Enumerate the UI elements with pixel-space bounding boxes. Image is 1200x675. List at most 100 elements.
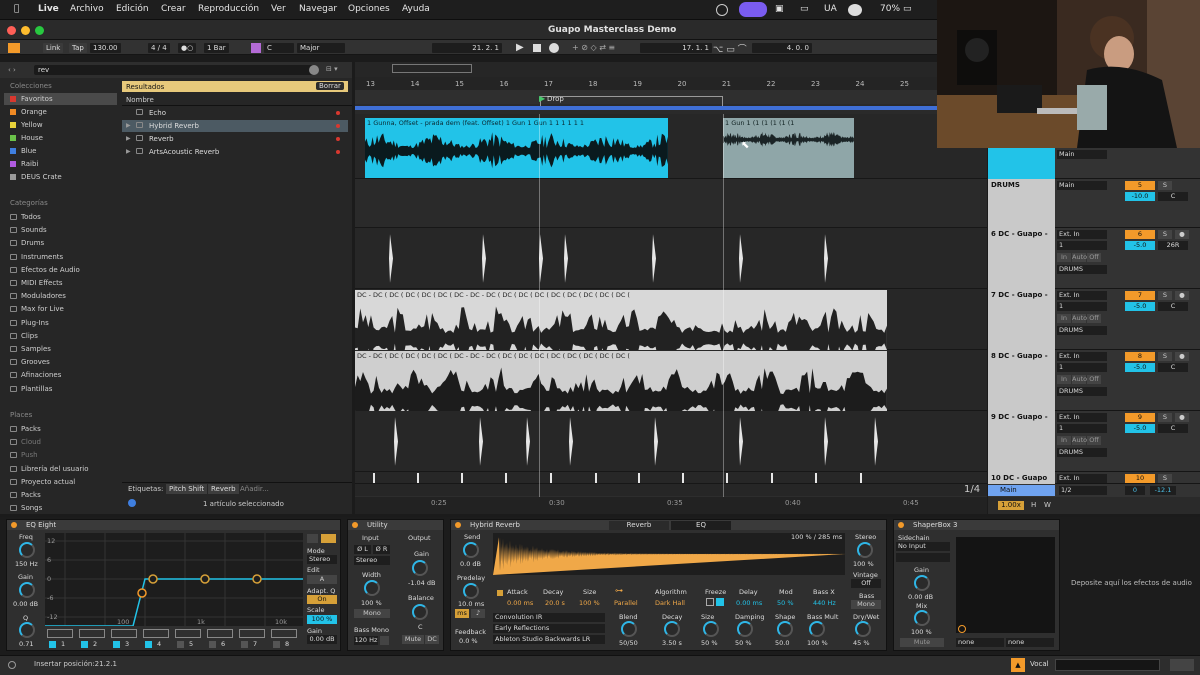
expand-icon[interactable]: ▶ — [126, 122, 131, 129]
solo-button[interactable]: S — [1158, 474, 1172, 483]
track-input-dropdown[interactable]: Main — [1057, 181, 1107, 190]
track-output-dropdown[interactable]: DRUMS — [1057, 265, 1107, 274]
track-channel-dropdown[interactable]: 1 — [1057, 363, 1107, 372]
solo-button[interactable]: S — [1158, 181, 1172, 190]
track-activator[interactable]: 8 — [1125, 352, 1155, 361]
track-activator[interactable]: 10 — [1125, 474, 1155, 483]
track-volume[interactable]: -5.0 — [1125, 241, 1155, 250]
menu-crear[interactable]: Crear — [161, 4, 186, 14]
height-toggle[interactable]: H — [1031, 501, 1036, 509]
eq-curve-display[interactable] — [45, 533, 303, 626]
freeze-flat-toggle[interactable] — [716, 598, 724, 606]
category-item[interactable]: Efectos de Audio — [10, 266, 80, 274]
monitor-auto-button[interactable]: Auto — [1072, 375, 1087, 384]
track-activator[interactable]: 9 — [1125, 413, 1155, 422]
track-volume[interactable]: -5.0 — [1125, 363, 1155, 372]
solo-button[interactable]: S — [1158, 291, 1172, 300]
overview-strip[interactable] — [355, 62, 987, 77]
band-toggle[interactable] — [209, 641, 216, 648]
band-toggle[interactable] — [241, 641, 248, 648]
category-item[interactable]: Plantillas — [10, 385, 52, 393]
category-item[interactable]: Drums — [10, 239, 44, 247]
zoom-level[interactable]: 1.00x — [998, 501, 1024, 510]
place-item[interactable]: Packs — [10, 425, 41, 433]
size-value[interactable]: 100 % — [579, 599, 600, 607]
loop-region[interactable] — [540, 96, 723, 106]
damping-knob[interactable] — [737, 621, 753, 637]
eq-band[interactable]: 8 — [271, 629, 299, 649]
track-activator[interactable]: 7 — [1125, 291, 1155, 300]
grid-zoom[interactable]: 1/4 — [964, 484, 980, 495]
menu-reproduccion[interactable]: Reproducción — [198, 4, 259, 14]
bass-mono-freq[interactable]: 120 Hz — [354, 636, 378, 645]
solo-button[interactable]: S — [1158, 352, 1172, 361]
algorithm-dropdown[interactable]: Dark Hall — [655, 599, 685, 607]
reverb-power-button[interactable] — [455, 522, 461, 528]
app-menu[interactable]: Live — [38, 4, 59, 14]
track-pan[interactable]: C — [1158, 424, 1188, 433]
bassx-value[interactable]: 440 Hz — [813, 599, 836, 607]
mono-button[interactable]: Mono — [354, 609, 390, 618]
favorite-dot-icon[interactable] — [336, 150, 340, 154]
ir-name-dropdown[interactable]: Ableton Studio Backwards LR — [493, 635, 605, 644]
track-lane-drums[interactable] — [355, 179, 987, 228]
master-pan[interactable]: -12.1 — [1150, 486, 1176, 495]
loop-brace[interactable] — [355, 106, 987, 110]
tap-button[interactable]: Tap — [69, 43, 87, 53]
eq-gain-knob[interactable] — [19, 582, 35, 598]
category-item[interactable]: Afinaciones — [10, 371, 61, 379]
eq-band[interactable]: 2 — [79, 629, 107, 649]
sync-note-icon[interactable]: ♪ — [471, 609, 485, 618]
solo-button[interactable]: S — [1158, 230, 1172, 239]
zoom-window-button[interactable] — [35, 26, 44, 35]
add-tag-button[interactable]: Añadir... — [240, 485, 269, 493]
link-button[interactable]: Link — [43, 43, 64, 53]
bass-mono-button[interactable]: Mono — [851, 600, 881, 609]
master-output[interactable]: 1/2 — [1059, 486, 1107, 495]
shaperbox-edit-icon[interactable] — [958, 625, 966, 633]
track-lane-7[interactable]: DC - DC ( DC ( DC ( DC ( DC ( DC - DC - … — [355, 289, 987, 350]
collection-item[interactable]: Orange — [10, 108, 47, 116]
clear-results-button[interactable]: Borrar — [316, 82, 344, 90]
shaper-macro-2[interactable]: none — [1006, 638, 1054, 647]
category-item[interactable]: Moduladores — [10, 292, 66, 300]
overdub-icons[interactable]: + ⊘ ◇ ⇄ ≡ — [572, 43, 615, 52]
track-color-icon[interactable]: ▲ — [1011, 658, 1025, 672]
monitor-in-button[interactable]: In — [1057, 436, 1071, 445]
blend-knob[interactable] — [621, 621, 637, 637]
category-item[interactable]: Plug-Ins — [10, 319, 49, 327]
eq-edit-a-button[interactable]: A — [307, 575, 337, 584]
screen-share-icon[interactable] — [739, 2, 767, 17]
quantize-dropdown[interactable]: 1 Bar — [204, 43, 229, 53]
eq-scale-value[interactable]: 100 % — [307, 615, 337, 624]
shaperbox-plugin-window[interactable] — [956, 537, 1055, 633]
shaper-mute-button[interactable]: Mute — [900, 638, 944, 647]
battery-icon[interactable]: ▭ — [903, 4, 912, 14]
eq-band[interactable]: 6 — [207, 629, 235, 649]
expand-icon[interactable]: ▶ — [126, 148, 131, 155]
filter-type-icon[interactable] — [111, 629, 137, 638]
loop-start[interactable]: 17. 1. 1 — [640, 43, 712, 53]
result-item[interactable]: Echo — [122, 107, 348, 119]
ir-category-dropdown[interactable]: Early Reflections — [493, 624, 605, 633]
category-item[interactable]: Todos — [10, 213, 41, 221]
shape-knob[interactable] — [777, 621, 793, 637]
eq-band[interactable]: 5 — [175, 629, 203, 649]
expand-icon[interactable]: ▶ — [126, 135, 131, 142]
sidechain-input-dropdown[interactable]: No Input — [896, 542, 950, 551]
phase-left-button[interactable]: Ø L — [354, 545, 371, 554]
collection-item[interactable]: Yellow — [10, 121, 43, 129]
routing-dropdown[interactable]: Parallel — [614, 599, 638, 607]
track-activator[interactable]: 5 — [1125, 181, 1155, 190]
track-input-dropdown[interactable]: Main — [1057, 150, 1107, 159]
place-item[interactable]: Proyecto actual — [10, 478, 75, 486]
result-item[interactable]: ▶ Reverb — [122, 133, 348, 145]
track-lane-8[interactable]: DC - DC ( DC ( DC ( DC ( DC ( DC - DC - … — [355, 350, 987, 411]
track-header[interactable]: 8 DC - Guapo - Ext. In 1 In Auto Off DRUMS 8 S ● -… — [988, 350, 1200, 411]
display-icon[interactable]: ▭ — [800, 4, 809, 14]
shaper-macro-1[interactable]: none — [956, 638, 1004, 647]
view-toggle-icon[interactable] — [8, 43, 20, 53]
track-output-dropdown[interactable]: DRUMS — [1057, 326, 1107, 335]
track-activator[interactable]: 6 — [1125, 230, 1155, 239]
shaper-mix-knob[interactable] — [914, 610, 930, 626]
